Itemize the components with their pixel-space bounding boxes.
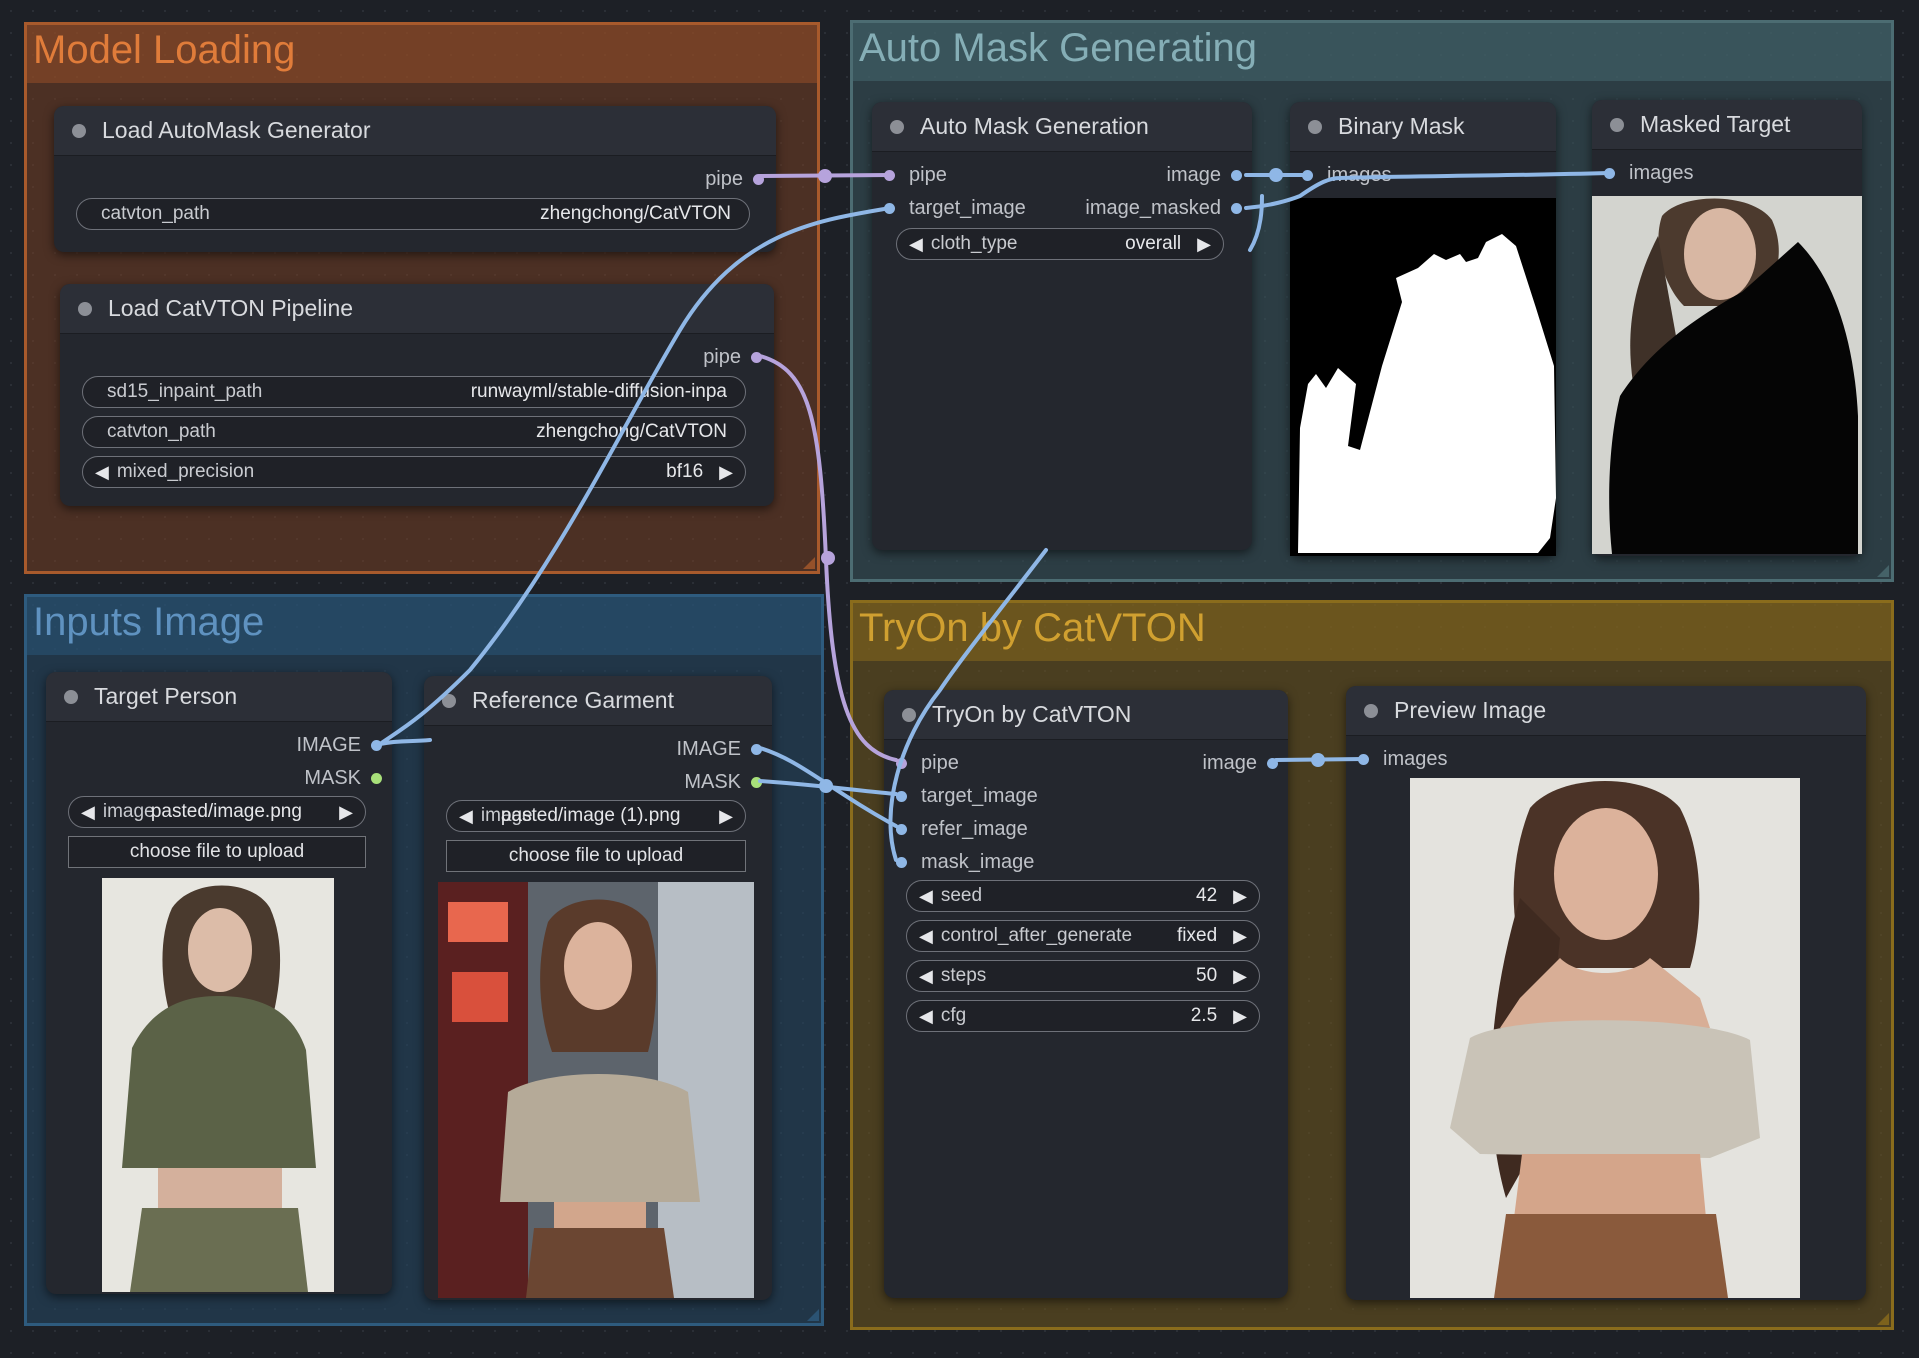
connection-wires [378, 168, 1610, 862]
wire-mask-image [888, 548, 1048, 862]
wire-midpoint-handle [821, 551, 835, 565]
wire-masked-to-target [1244, 171, 1610, 210]
wire-masked-curve [1248, 194, 1264, 252]
wire-midpoint-handle [818, 169, 832, 183]
wire-midpoint-handle [1269, 168, 1283, 182]
wire-midpoint-handle [1311, 753, 1325, 767]
wire-target-image-to-automask [378, 206, 892, 746]
